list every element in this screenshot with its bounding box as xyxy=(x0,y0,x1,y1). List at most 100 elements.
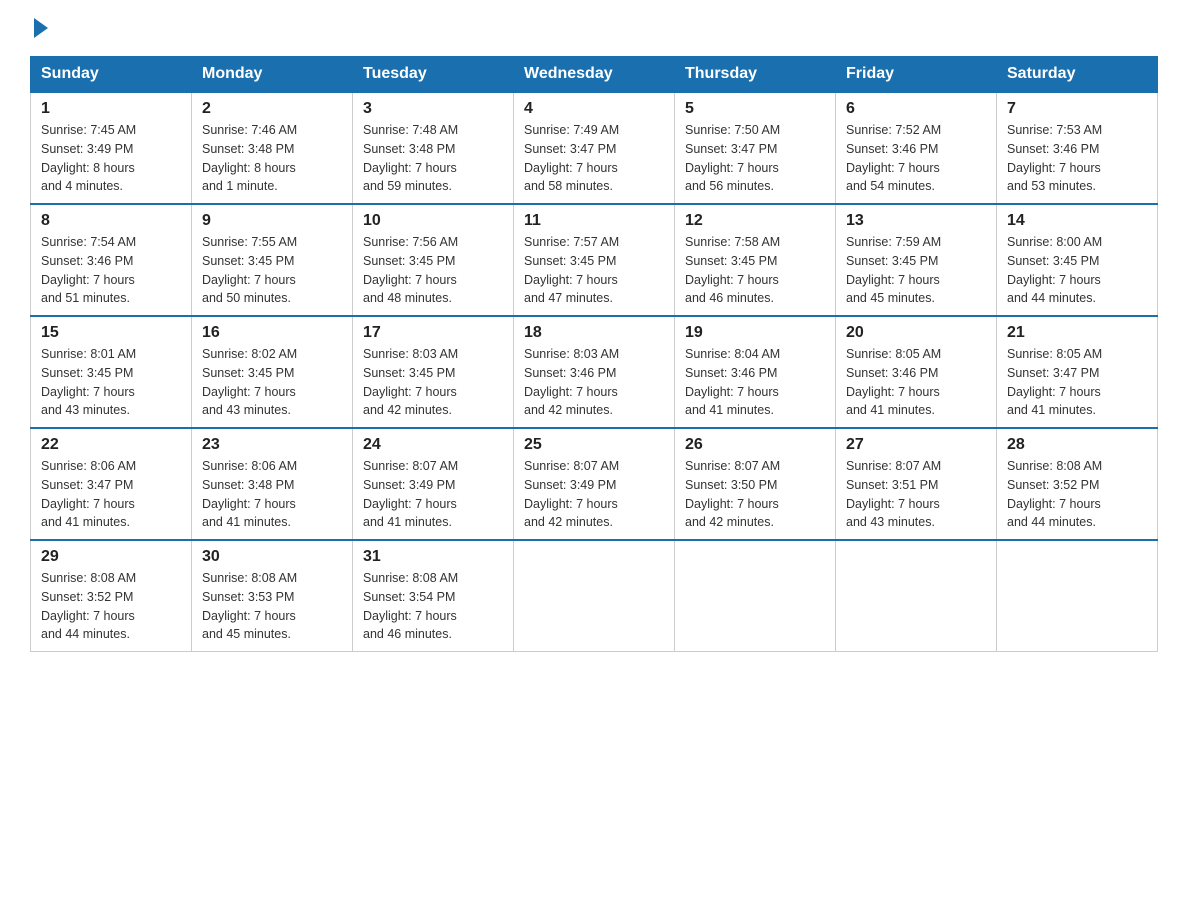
day-info: Sunrise: 8:08 AMSunset: 3:52 PMDaylight:… xyxy=(1007,459,1102,529)
day-info: Sunrise: 8:06 AMSunset: 3:48 PMDaylight:… xyxy=(202,459,297,529)
day-info: Sunrise: 7:46 AMSunset: 3:48 PMDaylight:… xyxy=(202,123,297,193)
day-info: Sunrise: 8:00 AMSunset: 3:45 PMDaylight:… xyxy=(1007,235,1102,305)
day-info: Sunrise: 7:54 AMSunset: 3:46 PMDaylight:… xyxy=(41,235,136,305)
calendar-cell: 15 Sunrise: 8:01 AMSunset: 3:45 PMDaylig… xyxy=(31,316,192,428)
day-info: Sunrise: 7:50 AMSunset: 3:47 PMDaylight:… xyxy=(685,123,780,193)
calendar-cell: 1 Sunrise: 7:45 AMSunset: 3:49 PMDayligh… xyxy=(31,92,192,204)
calendar-cell: 19 Sunrise: 8:04 AMSunset: 3:46 PMDaylig… xyxy=(675,316,836,428)
col-header-friday: Friday xyxy=(836,57,997,93)
calendar-cell: 5 Sunrise: 7:50 AMSunset: 3:47 PMDayligh… xyxy=(675,92,836,204)
day-info: Sunrise: 7:59 AMSunset: 3:45 PMDaylight:… xyxy=(846,235,941,305)
calendar-cell: 31 Sunrise: 8:08 AMSunset: 3:54 PMDaylig… xyxy=(353,540,514,652)
day-number: 8 xyxy=(41,212,181,230)
day-number: 24 xyxy=(363,436,503,454)
col-header-sunday: Sunday xyxy=(31,57,192,93)
day-number: 14 xyxy=(1007,212,1147,230)
day-info: Sunrise: 8:02 AMSunset: 3:45 PMDaylight:… xyxy=(202,347,297,417)
day-info: Sunrise: 7:49 AMSunset: 3:47 PMDaylight:… xyxy=(524,123,619,193)
day-number: 30 xyxy=(202,548,342,566)
day-info: Sunrise: 8:08 AMSunset: 3:54 PMDaylight:… xyxy=(363,571,458,641)
day-number: 10 xyxy=(363,212,503,230)
col-header-wednesday: Wednesday xyxy=(514,57,675,93)
day-number: 18 xyxy=(524,324,664,342)
day-info: Sunrise: 7:57 AMSunset: 3:45 PMDaylight:… xyxy=(524,235,619,305)
calendar-cell: 12 Sunrise: 7:58 AMSunset: 3:45 PMDaylig… xyxy=(675,204,836,316)
logo xyxy=(30,20,50,38)
day-info: Sunrise: 7:48 AMSunset: 3:48 PMDaylight:… xyxy=(363,123,458,193)
col-header-thursday: Thursday xyxy=(675,57,836,93)
calendar-cell: 24 Sunrise: 8:07 AMSunset: 3:49 PMDaylig… xyxy=(353,428,514,540)
week-row-1: 1 Sunrise: 7:45 AMSunset: 3:49 PMDayligh… xyxy=(31,92,1158,204)
calendar-cell: 9 Sunrise: 7:55 AMSunset: 3:45 PMDayligh… xyxy=(192,204,353,316)
day-number: 17 xyxy=(363,324,503,342)
calendar-cell: 4 Sunrise: 7:49 AMSunset: 3:47 PMDayligh… xyxy=(514,92,675,204)
calendar-cell: 21 Sunrise: 8:05 AMSunset: 3:47 PMDaylig… xyxy=(997,316,1158,428)
day-number: 28 xyxy=(1007,436,1147,454)
calendar-cell: 14 Sunrise: 8:00 AMSunset: 3:45 PMDaylig… xyxy=(997,204,1158,316)
week-row-4: 22 Sunrise: 8:06 AMSunset: 3:47 PMDaylig… xyxy=(31,428,1158,540)
calendar-cell: 10 Sunrise: 7:56 AMSunset: 3:45 PMDaylig… xyxy=(353,204,514,316)
col-header-tuesday: Tuesday xyxy=(353,57,514,93)
day-info: Sunrise: 8:03 AMSunset: 3:45 PMDaylight:… xyxy=(363,347,458,417)
calendar-cell: 16 Sunrise: 8:02 AMSunset: 3:45 PMDaylig… xyxy=(192,316,353,428)
calendar-cell: 27 Sunrise: 8:07 AMSunset: 3:51 PMDaylig… xyxy=(836,428,997,540)
day-number: 27 xyxy=(846,436,986,454)
calendar-cell: 28 Sunrise: 8:08 AMSunset: 3:52 PMDaylig… xyxy=(997,428,1158,540)
day-number: 25 xyxy=(524,436,664,454)
calendar-cell: 20 Sunrise: 8:05 AMSunset: 3:46 PMDaylig… xyxy=(836,316,997,428)
calendar-cell: 11 Sunrise: 7:57 AMSunset: 3:45 PMDaylig… xyxy=(514,204,675,316)
day-number: 26 xyxy=(685,436,825,454)
calendar-cell: 17 Sunrise: 8:03 AMSunset: 3:45 PMDaylig… xyxy=(353,316,514,428)
day-info: Sunrise: 8:07 AMSunset: 3:49 PMDaylight:… xyxy=(363,459,458,529)
day-info: Sunrise: 8:03 AMSunset: 3:46 PMDaylight:… xyxy=(524,347,619,417)
logo-arrow-icon xyxy=(34,18,48,38)
day-info: Sunrise: 7:58 AMSunset: 3:45 PMDaylight:… xyxy=(685,235,780,305)
day-number: 31 xyxy=(363,548,503,566)
calendar-header-row: SundayMondayTuesdayWednesdayThursdayFrid… xyxy=(31,57,1158,93)
day-info: Sunrise: 8:04 AMSunset: 3:46 PMDaylight:… xyxy=(685,347,780,417)
calendar-cell xyxy=(836,540,997,652)
day-number: 1 xyxy=(41,100,181,118)
day-number: 22 xyxy=(41,436,181,454)
calendar-cell xyxy=(675,540,836,652)
day-number: 9 xyxy=(202,212,342,230)
calendar-cell: 23 Sunrise: 8:06 AMSunset: 3:48 PMDaylig… xyxy=(192,428,353,540)
day-info: Sunrise: 8:07 AMSunset: 3:51 PMDaylight:… xyxy=(846,459,941,529)
calendar-cell: 13 Sunrise: 7:59 AMSunset: 3:45 PMDaylig… xyxy=(836,204,997,316)
calendar-cell: 3 Sunrise: 7:48 AMSunset: 3:48 PMDayligh… xyxy=(353,92,514,204)
calendar-cell: 2 Sunrise: 7:46 AMSunset: 3:48 PMDayligh… xyxy=(192,92,353,204)
calendar-cell: 18 Sunrise: 8:03 AMSunset: 3:46 PMDaylig… xyxy=(514,316,675,428)
day-number: 6 xyxy=(846,100,986,118)
day-info: Sunrise: 7:52 AMSunset: 3:46 PMDaylight:… xyxy=(846,123,941,193)
day-info: Sunrise: 7:53 AMSunset: 3:46 PMDaylight:… xyxy=(1007,123,1102,193)
day-number: 21 xyxy=(1007,324,1147,342)
col-header-monday: Monday xyxy=(192,57,353,93)
calendar-cell xyxy=(997,540,1158,652)
day-info: Sunrise: 8:06 AMSunset: 3:47 PMDaylight:… xyxy=(41,459,136,529)
week-row-5: 29 Sunrise: 8:08 AMSunset: 3:52 PMDaylig… xyxy=(31,540,1158,652)
week-row-3: 15 Sunrise: 8:01 AMSunset: 3:45 PMDaylig… xyxy=(31,316,1158,428)
calendar-cell: 25 Sunrise: 8:07 AMSunset: 3:49 PMDaylig… xyxy=(514,428,675,540)
calendar-table: SundayMondayTuesdayWednesdayThursdayFrid… xyxy=(30,56,1158,652)
day-number: 13 xyxy=(846,212,986,230)
day-number: 4 xyxy=(524,100,664,118)
day-number: 5 xyxy=(685,100,825,118)
day-number: 16 xyxy=(202,324,342,342)
day-info: Sunrise: 7:56 AMSunset: 3:45 PMDaylight:… xyxy=(363,235,458,305)
calendar-cell: 26 Sunrise: 8:07 AMSunset: 3:50 PMDaylig… xyxy=(675,428,836,540)
day-info: Sunrise: 8:01 AMSunset: 3:45 PMDaylight:… xyxy=(41,347,136,417)
calendar-cell: 30 Sunrise: 8:08 AMSunset: 3:53 PMDaylig… xyxy=(192,540,353,652)
day-info: Sunrise: 8:05 AMSunset: 3:46 PMDaylight:… xyxy=(846,347,941,417)
day-number: 12 xyxy=(685,212,825,230)
day-number: 19 xyxy=(685,324,825,342)
day-number: 7 xyxy=(1007,100,1147,118)
calendar-cell xyxy=(514,540,675,652)
day-info: Sunrise: 8:08 AMSunset: 3:52 PMDaylight:… xyxy=(41,571,136,641)
day-info: Sunrise: 8:08 AMSunset: 3:53 PMDaylight:… xyxy=(202,571,297,641)
day-info: Sunrise: 8:05 AMSunset: 3:47 PMDaylight:… xyxy=(1007,347,1102,417)
day-number: 20 xyxy=(846,324,986,342)
day-info: Sunrise: 7:45 AMSunset: 3:49 PMDaylight:… xyxy=(41,123,136,193)
calendar-cell: 7 Sunrise: 7:53 AMSunset: 3:46 PMDayligh… xyxy=(997,92,1158,204)
page-header xyxy=(30,20,1158,38)
day-number: 15 xyxy=(41,324,181,342)
